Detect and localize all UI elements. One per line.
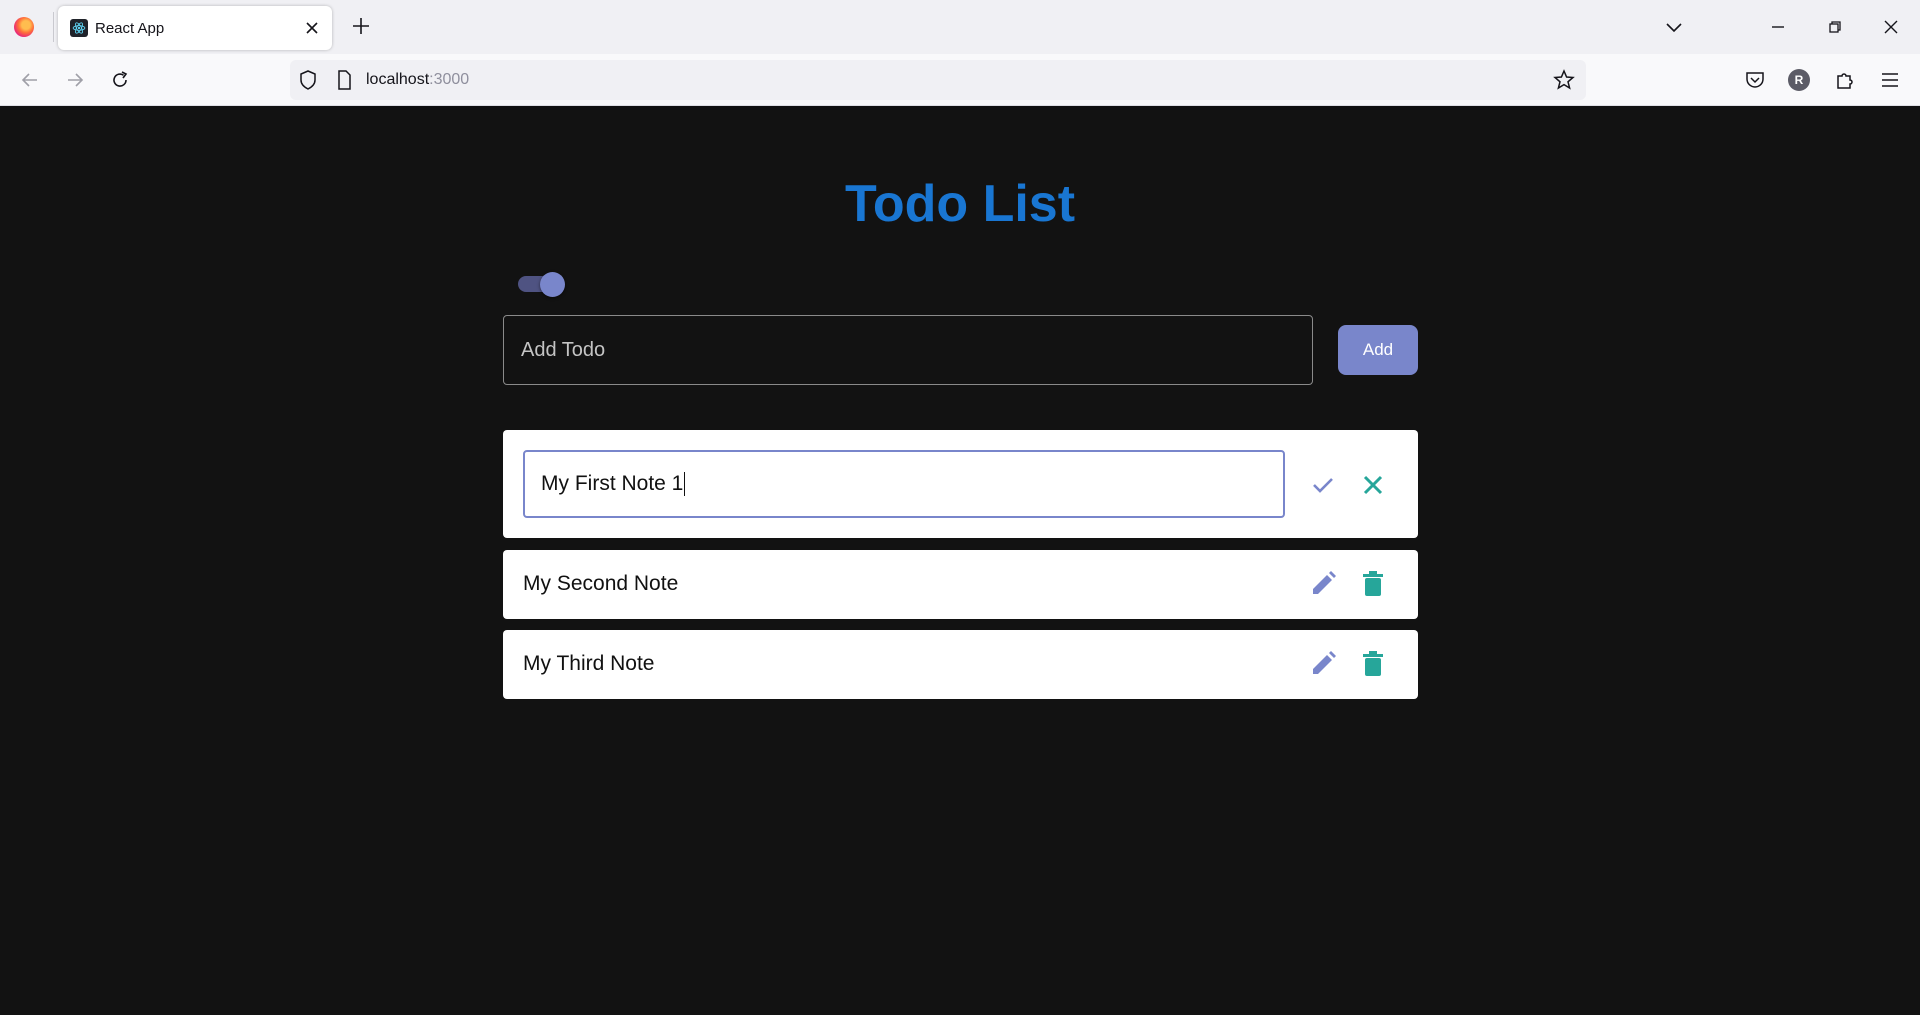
check-icon[interactable]	[1308, 470, 1338, 500]
extensions-icon[interactable]	[1833, 68, 1857, 92]
add-todo-input[interactable]	[503, 315, 1313, 385]
page-title: Todo List	[844, 175, 1076, 233]
menu-icon[interactable]	[1878, 68, 1902, 92]
page-icon[interactable]	[332, 68, 356, 92]
browser-tab-bar: React App	[0, 0, 1920, 54]
add-button[interactable]: Add	[1338, 325, 1418, 375]
tab-title: React App	[95, 20, 165, 37]
reload-icon[interactable]	[108, 68, 132, 92]
react-icon	[70, 19, 88, 37]
shield-icon[interactable]	[296, 68, 320, 92]
edit-pencil-icon[interactable]	[1308, 569, 1338, 599]
minimize-icon[interactable]	[1765, 14, 1791, 40]
url-text: localhost:3000	[366, 71, 470, 88]
todo-item: My Second Note	[503, 550, 1418, 619]
new-tab-icon[interactable]	[350, 15, 372, 37]
pocket-icon[interactable]	[1743, 68, 1767, 92]
restore-icon[interactable]	[1822, 14, 1848, 40]
browser-nav-bar: localhost:3000 R	[0, 54, 1920, 106]
browser-tab-active[interactable]: React App	[58, 6, 332, 50]
list-tabs-icon[interactable]	[1661, 14, 1687, 40]
account-avatar[interactable]: R	[1788, 69, 1810, 91]
todo-item: My Third Note	[503, 630, 1418, 699]
theme-toggle-switch[interactable]	[516, 269, 566, 299]
todo-text: My Second Note	[523, 572, 679, 595]
tab-separator	[53, 12, 54, 42]
todo-item: My First Note 1	[503, 430, 1418, 538]
forward-icon[interactable]	[63, 68, 87, 92]
cancel-icon[interactable]	[1358, 470, 1388, 500]
close-tab-icon[interactable]	[302, 18, 322, 38]
firefox-icon[interactable]	[14, 17, 34, 37]
edit-todo-value: My First Note 1	[541, 472, 684, 495]
switch-thumb	[540, 272, 565, 297]
todo-text: My Third Note	[523, 652, 655, 675]
app-page: Todo List Add My First Note 1 My Second …	[0, 106, 1920, 1015]
back-icon[interactable]	[18, 68, 42, 92]
delete-trash-icon[interactable]	[1358, 649, 1388, 679]
url-bar[interactable]: localhost:3000	[290, 60, 1586, 100]
edit-pencil-icon[interactable]	[1308, 649, 1338, 679]
bookmark-star-icon[interactable]	[1552, 68, 1576, 92]
edit-todo-input[interactable]: My First Note 1	[523, 450, 1285, 518]
delete-trash-icon[interactable]	[1358, 569, 1388, 599]
text-caret	[684, 472, 686, 496]
close-window-icon[interactable]	[1878, 14, 1904, 40]
